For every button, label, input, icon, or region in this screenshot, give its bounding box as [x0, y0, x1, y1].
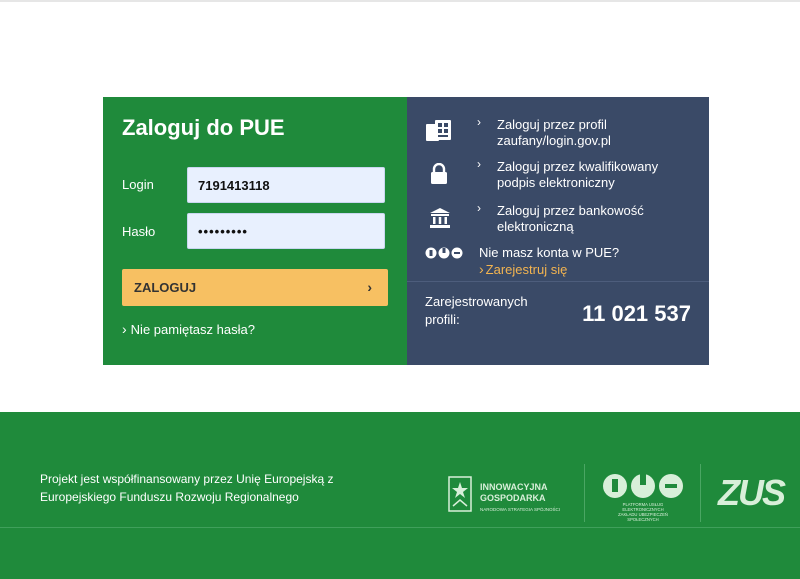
id-card-icon: [426, 120, 451, 141]
login-signature-line2: podpis elektroniczny: [497, 175, 615, 190]
login-profile-line2: zaufany/login.gov.pl: [497, 133, 611, 148]
ig-line3: NARODOWA STRATEGIA SPÓJNOŚCI: [480, 507, 561, 512]
login-bank-line2: elektroniczną: [497, 219, 574, 234]
pue-sub-line1: PLATFORMA USŁUG ELEKTRONICZNYCH: [622, 502, 664, 512]
pue-sub-line2: ZAKŁADU UBEZPIECZEŃ SPOŁECZNYCH: [618, 512, 668, 522]
registered-profiles-label: Zarejestrowanych profili:: [425, 293, 528, 329]
panel-divider: [407, 281, 709, 282]
ig-line2: GOSPODARKA: [480, 493, 546, 503]
login-profile-line1: Zaloguj przez profil: [497, 117, 607, 132]
login-input[interactable]: [187, 167, 385, 203]
login-title: Zaloguj do PUE: [122, 115, 285, 140]
registered-label-line2: profili:: [425, 312, 460, 327]
chevron-right-icon: ›: [122, 321, 127, 337]
pue-footer-logo: PLATFORMA USŁUG ELEKTRONICZNYCH ZAKŁADU …: [602, 472, 684, 522]
footer-divider: [0, 527, 800, 528]
no-account-text: Nie masz konta w PUE?: [479, 245, 620, 260]
eu-funding-line2: Europejskiego Funduszu Rozwoju Regionaln…: [40, 490, 299, 504]
ig-emblem-icon: [448, 476, 472, 512]
password-input[interactable]: [187, 213, 385, 249]
chevron-right-icon: ›: [367, 279, 372, 295]
forgot-password-label: Nie pamiętasz hasła?: [130, 322, 255, 337]
register-label: Zarejestruj się: [485, 262, 568, 277]
zus-logo: ZUS: [718, 470, 788, 516]
chevron-right-icon: ›: [477, 201, 481, 215]
login-signature-line1: Zaloguj przez kwalifikowany: [497, 159, 659, 174]
registered-label-line1: Zarejestrowanych: [425, 294, 528, 309]
login-button-label: ZALOGUJ: [134, 280, 197, 295]
alternative-login-panel: › Zaloguj przez profil zaufany/login.gov…: [407, 97, 709, 365]
pue-footer-logo-icon: [603, 474, 683, 498]
chevron-right-icon: ›: [477, 157, 481, 171]
login-button[interactable]: ZALOGUJ ›: [122, 269, 388, 306]
zus-logo-text: ZUS: [718, 472, 786, 513]
eu-funding-line1: Projekt jest współfinansowany przez Unię…: [40, 472, 334, 486]
footer-separator: [700, 464, 701, 522]
innowacyjna-gospodarka-logo: INNOWACYJNA GOSPODARKA NARODOWA STRATEGI…: [448, 474, 568, 514]
register-link[interactable]: › Zarejestruj się: [479, 261, 568, 277]
footer: Projekt jest współfinansowany przez Unię…: [0, 412, 800, 579]
login-label: Login: [122, 177, 154, 192]
login-bank-line1: Zaloguj przez bankowość: [497, 203, 644, 218]
ig-line1: INNOWACYJNA: [480, 482, 548, 492]
footer-separator: [584, 464, 585, 522]
forgot-password-link[interactable]: › Nie pamiętasz hasła?: [122, 321, 255, 337]
bank-icon: [430, 208, 450, 228]
chevron-right-icon: ›: [477, 115, 481, 129]
eu-funding-text: Projekt jest współfinansowany przez Unię…: [40, 470, 333, 506]
registered-profiles-count: 11 021 537: [582, 301, 691, 326]
lock-icon: [431, 163, 447, 184]
pue-logo-icon: [425, 247, 463, 259]
top-divider: [0, 0, 800, 2]
login-panel: Zaloguj do PUE Login Hasło ZALOGUJ › ›Ni…: [103, 97, 407, 365]
password-label: Hasło: [122, 224, 156, 239]
chevron-right-icon: ›: [479, 261, 484, 277]
